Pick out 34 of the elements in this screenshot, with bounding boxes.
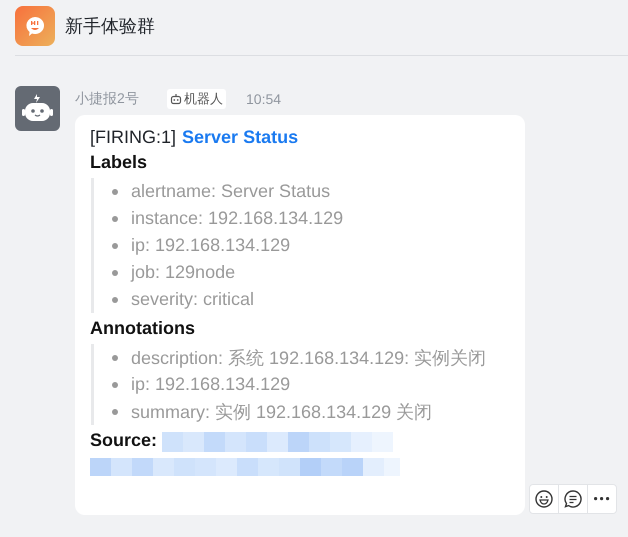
group-title: 新手体验群 <box>65 15 155 38</box>
smiley-icon <box>534 489 554 509</box>
source-label: Source: <box>90 430 158 451</box>
speech-bubble-icon <box>563 489 583 509</box>
bullet-icon <box>112 408 118 414</box>
sender-name[interactable]: 小捷报2号 <box>75 90 167 108</box>
bullet-icon <box>112 270 118 276</box>
emoji-button[interactable] <box>529 484 559 514</box>
section-heading: Annotations <box>90 318 196 339</box>
badge-label: 机器人 <box>184 90 223 108</box>
list-item: severity: critical <box>131 289 254 310</box>
bullet-icon <box>112 242 118 248</box>
alert-prefix: [FIRING:1] <box>90 127 176 148</box>
bullet-icon <box>112 382 118 388</box>
list-item: ip: 192.168.134.129 <box>131 235 290 256</box>
section-heading: Labels <box>90 152 148 173</box>
robot-avatar-icon <box>15 86 60 131</box>
more-icon <box>594 497 610 501</box>
alert-title-link[interactable]: Server Status <box>182 127 298 148</box>
bullet-icon <box>112 354 118 360</box>
more-button[interactable] <box>587 484 617 514</box>
bullet-icon <box>112 296 118 302</box>
list-item: job: 129node <box>131 262 236 283</box>
list-item: instance: 192.168.134.129 <box>131 208 344 229</box>
group-logo-icon <box>15 6 55 46</box>
list-item: alertname: Server Status <box>131 181 330 202</box>
list-item: summary: 实例 192.168.134.129 关闭 <box>131 400 432 424</box>
bullet-icon <box>112 216 118 222</box>
reply-button[interactable] <box>558 484 588 514</box>
robot-icon <box>170 93 182 105</box>
list-item: ip: 192.168.134.129 <box>131 374 290 395</box>
list-item: description: 系统 192.168.134.129: 实例关闭 <box>131 346 486 370</box>
bullet-icon <box>112 188 118 194</box>
message-time: 10:54 <box>246 91 282 107</box>
